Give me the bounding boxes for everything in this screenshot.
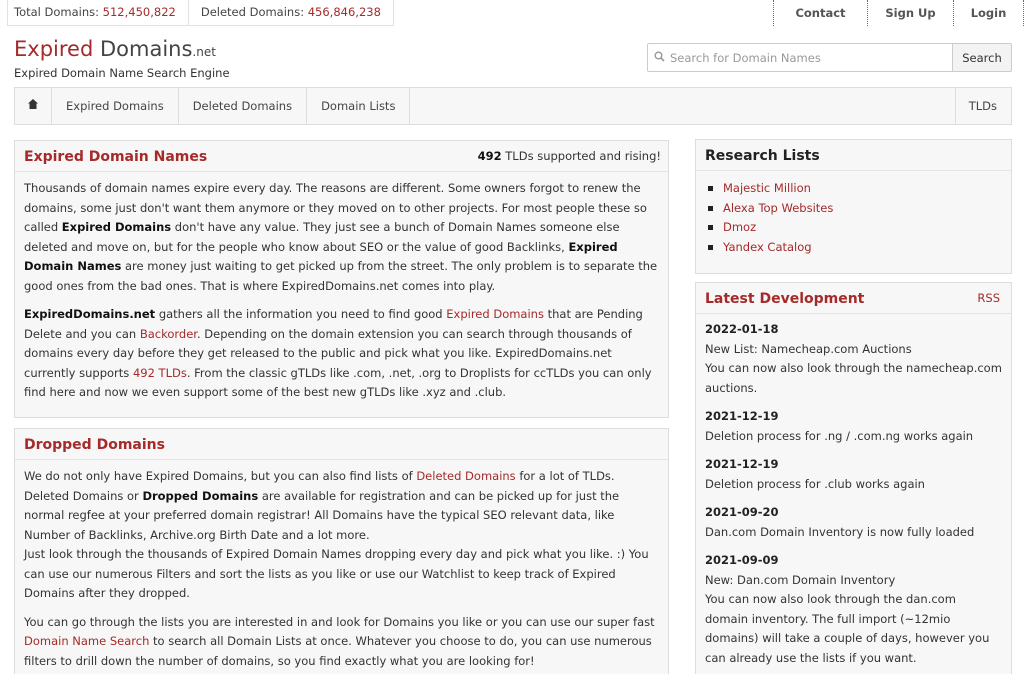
news-date: 2021-09-09: [705, 553, 779, 567]
news-date: 2021-12-19: [705, 409, 779, 423]
panel-header: Research Lists: [696, 140, 1011, 171]
latest-development-panel: Latest Development RSS 2022-01-18 New Li…: [695, 282, 1012, 674]
nav-domain-lists[interactable]: Domain Lists: [307, 88, 411, 124]
dropped-domains-title: Dropped Domains: [24, 437, 165, 453]
top-bar: Total Domains: 512,450,822 Deleted Domai…: [0, 0, 1024, 26]
news-date: 2021-12-19: [705, 457, 779, 471]
news-text: You can now also look through the namech…: [705, 361, 1002, 395]
dropped-paragraph-1: We do not only have Expired Domains, but…: [24, 467, 659, 604]
expired-domains-title: Expired Domain Names: [24, 149, 208, 165]
expired-paragraph-1: Thousands of domain names expire every d…: [24, 179, 659, 296]
news-text: New: Dan.com Domain Inventory: [705, 572, 896, 587]
bullet-icon: [708, 244, 713, 250]
rss-link[interactable]: RSS: [977, 291, 1000, 305]
nav-tlds[interactable]: TLDs: [954, 88, 1011, 124]
research-link-majestic[interactable]: Majestic Million: [723, 179, 811, 199]
news-date: 2022-01-18: [705, 322, 779, 336]
site-logo[interactable]: Expired Domains.net Expired Domain Name …: [14, 37, 230, 80]
research-list: Majestic Million Alexa Top Websites Dmoz…: [696, 171, 1011, 257]
nav-deleted-domains[interactable]: Deleted Domains: [179, 88, 308, 124]
total-domains-stat: Total Domains: 512,450,822: [8, 0, 188, 25]
tld-support-text: TLDs supported and rising!: [501, 149, 661, 163]
search-button[interactable]: Search: [952, 43, 1012, 72]
domain-stats: Total Domains: 512,450,822 Deleted Domai…: [7, 0, 394, 26]
bold-text: Dropped Domains: [142, 488, 259, 503]
expired-domains-panel: Expired Domain Names 492 TLDs supported …: [14, 140, 669, 418]
expired-domains-link[interactable]: Expired Domains: [446, 307, 544, 321]
deleted-domains-value: 456,846,238: [307, 5, 381, 19]
news-text: New List: Namecheap.com Auctions: [705, 341, 912, 356]
text-span: Just look through the thousands of Expir…: [24, 547, 649, 600]
bullet-icon: [708, 205, 713, 211]
main-nav: Expired Domains Deleted Domains Domain L…: [14, 87, 1012, 125]
news-item: 2022-01-18 New List: Namecheap.com Aucti…: [705, 320, 1002, 398]
logo-expired: Expired: [14, 37, 94, 61]
news-item: 2021-09-09 New: Dan.com Domain Inventory…: [705, 551, 1002, 668]
research-link-yandex[interactable]: Yandex Catalog: [723, 238, 812, 258]
text-span: We do not only have Expired Domains, but…: [24, 469, 417, 483]
logo-domains: Domains: [93, 37, 193, 61]
news-item: 2021-12-19 Deletion process for .club wo…: [705, 455, 1002, 494]
logo-wordmark[interactable]: Expired Domains.net: [14, 37, 230, 64]
logo-tld: .net: [192, 45, 216, 59]
list-item: Yandex Catalog: [708, 238, 1011, 258]
list-item: Dmoz: [708, 218, 1011, 238]
home-icon: [27, 99, 39, 113]
deleted-domains-link[interactable]: Deleted Domains: [416, 469, 515, 483]
list-item: Alexa Top Websites: [708, 199, 1011, 219]
dropped-domains-body: We do not only have Expired Domains, but…: [15, 460, 668, 671]
panel-header: Dropped Domains: [15, 429, 668, 460]
panel-header: Latest Development RSS: [696, 283, 1011, 314]
research-link-dmoz[interactable]: Dmoz: [723, 218, 756, 238]
logo-tagline: Expired Domain Name Search Engine: [14, 66, 230, 80]
login-link[interactable]: Login: [953, 0, 1024, 26]
tld-support-note: 492 TLDs supported and rising!: [478, 149, 661, 163]
bullet-icon: [708, 225, 713, 231]
total-domains-label: Total Domains:: [14, 5, 100, 19]
dropped-domains-panel: Dropped Domains We do not only have Expi…: [14, 428, 669, 674]
text-span: You can go through the lists you are int…: [24, 614, 655, 629]
expired-domains-body: Thousands of domain names expire every d…: [15, 172, 668, 403]
research-lists-panel: Research Lists Majestic Million Alexa To…: [695, 139, 1012, 274]
news-item: 2021-12-19 Deletion process for .ng / .c…: [705, 407, 1002, 446]
bullet-icon: [708, 186, 713, 192]
panel-header: Expired Domain Names 492 TLDs supported …: [15, 141, 668, 172]
tld-list-link[interactable]: 492 TLDs: [133, 366, 187, 380]
tld-count: 492: [477, 149, 502, 163]
research-lists-title: Research Lists: [705, 148, 820, 164]
nav-home[interactable]: [15, 88, 52, 124]
news-text: Dan.com Domain Inventory is now fully lo…: [705, 524, 975, 539]
total-domains-value: 512,450,822: [102, 5, 176, 19]
bold-text: Expired Domains: [61, 220, 172, 234]
expired-paragraph-2: ExpiredDomains.net gathers all the infor…: [24, 305, 659, 403]
nav-expired-domains[interactable]: Expired Domains: [52, 88, 179, 124]
list-item: Majestic Million: [708, 179, 1011, 199]
backorder-link[interactable]: Backorder: [140, 327, 197, 341]
domain-name-search-link[interactable]: Domain Name Search: [24, 634, 149, 648]
news-text: Deletion process for .club works again: [705, 476, 925, 491]
bold-text: ExpiredDomains.net: [24, 307, 156, 321]
news-text: Deletion process for .ng / .com.ng works…: [705, 428, 974, 443]
latest-development-title: Latest Development: [705, 291, 865, 307]
search-input[interactable]: [670, 50, 940, 65]
user-links: Contact Sign Up Login: [773, 0, 1024, 26]
dropped-paragraph-2: You can go through the lists you are int…: [24, 613, 659, 672]
search-field[interactable]: [647, 43, 952, 72]
deleted-domains-label: Deleted Domains:: [200, 5, 305, 19]
news-text: You can now also look through the dan.co…: [705, 592, 990, 665]
contact-link[interactable]: Contact: [773, 0, 867, 26]
research-link-alexa[interactable]: Alexa Top Websites: [723, 199, 833, 219]
news-item: 2021-09-20 Dan.com Domain Inventory is n…: [705, 503, 1002, 542]
domain-search: Search: [647, 43, 1012, 72]
signup-link[interactable]: Sign Up: [867, 0, 953, 26]
news-date: 2021-09-20: [705, 505, 779, 519]
deleted-domains-stat: Deleted Domains: 456,846,238: [187, 0, 393, 25]
search-icon: [654, 51, 668, 65]
news-list: 2022-01-18 New List: Namecheap.com Aucti…: [696, 314, 1011, 668]
text-span: gathers all the information you need to …: [155, 307, 447, 321]
